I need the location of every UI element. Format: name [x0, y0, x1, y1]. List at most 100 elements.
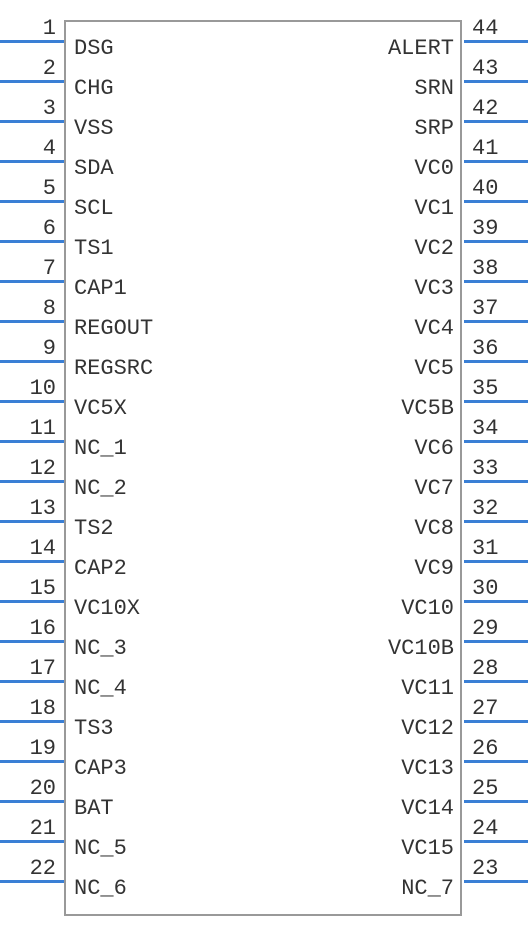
pin-row: 11NC_134VC6: [0, 422, 528, 462]
pin-number-left: 22: [0, 856, 60, 881]
pin-label-left: NC_3: [74, 636, 127, 661]
pin-number-right: 27: [468, 696, 528, 721]
pin-label-left: VSS: [74, 116, 114, 141]
pin-row: 3VSS42SRP: [0, 102, 528, 142]
pin-number-right: 25: [468, 776, 528, 801]
pin-label-left: REGSRC: [74, 356, 153, 381]
pin-row: 8REGOUT37VC4: [0, 302, 528, 342]
pin-line-left: [0, 800, 64, 803]
pin-number-right: 35: [468, 376, 528, 401]
pin-number-left: 15: [0, 576, 60, 601]
pin-line-right: [464, 240, 528, 243]
pin-line-left: [0, 760, 64, 763]
pin-label-left: DSG: [74, 36, 114, 61]
pin-label-left: CAP2: [74, 556, 127, 581]
pin-number-left: 14: [0, 536, 60, 561]
pin-number-left: 5: [0, 176, 60, 201]
pin-number-right: 23: [468, 856, 528, 881]
ic-pinout-diagram: 1DSG44ALERT2CHG43SRN3VSS42SRP4SDA41VC05S…: [0, 0, 528, 932]
pin-number-right: 36: [468, 336, 528, 361]
pin-number-right: 29: [468, 616, 528, 641]
pin-line-right: [464, 600, 528, 603]
pin-label-left: CAP1: [74, 276, 127, 301]
pin-line-left: [0, 40, 64, 43]
pin-line-right: [464, 800, 528, 803]
pin-label-left: NC_4: [74, 676, 127, 701]
pin-line-right: [464, 560, 528, 563]
pin-label-left: CAP3: [74, 756, 127, 781]
pin-label-left: CHG: [74, 76, 114, 101]
pin-number-right: 30: [468, 576, 528, 601]
pin-line-right: [464, 80, 528, 83]
pin-number-right: 33: [468, 456, 528, 481]
pin-row: 14CAP231VC9: [0, 542, 528, 582]
pin-row: 18TS327VC12: [0, 702, 528, 742]
pin-line-right: [464, 520, 528, 523]
pin-row: 17NC_428VC11: [0, 662, 528, 702]
pin-number-left: 4: [0, 136, 60, 161]
pin-line-right: [464, 320, 528, 323]
pin-label-right: VC0: [414, 156, 454, 181]
pin-number-right: 34: [468, 416, 528, 441]
pin-number-right: 28: [468, 656, 528, 681]
pin-number-right: 41: [468, 136, 528, 161]
pin-label-right: SRP: [414, 116, 454, 141]
pin-number-left: 8: [0, 296, 60, 321]
pin-line-left: [0, 720, 64, 723]
pin-label-right: VC7: [414, 476, 454, 501]
pin-line-left: [0, 480, 64, 483]
pin-line-right: [464, 280, 528, 283]
pin-label-right: VC8: [414, 516, 454, 541]
pin-line-left: [0, 360, 64, 363]
pin-label-right: ALERT: [388, 36, 454, 61]
pin-label-right: VC1: [414, 196, 454, 221]
pin-label-left: NC_6: [74, 876, 127, 901]
pin-line-right: [464, 120, 528, 123]
pin-label-left: NC_2: [74, 476, 127, 501]
pin-line-right: [464, 880, 528, 883]
pin-number-left: 16: [0, 616, 60, 641]
pin-label-right: VC13: [401, 756, 454, 781]
pin-label-right: VC9: [414, 556, 454, 581]
pin-label-right: VC2: [414, 236, 454, 261]
pin-number-right: 39: [468, 216, 528, 241]
pin-label-right: VC11: [401, 676, 454, 701]
pin-line-right: [464, 160, 528, 163]
pin-row: 2CHG43SRN: [0, 62, 528, 102]
pin-row: 7CAP138VC3: [0, 262, 528, 302]
pin-number-left: 9: [0, 336, 60, 361]
pin-line-right: [464, 680, 528, 683]
pin-line-right: [464, 760, 528, 763]
pin-label-right: VC10: [401, 596, 454, 621]
pin-line-left: [0, 440, 64, 443]
pin-row: 15VC10X30VC10: [0, 582, 528, 622]
pin-row: 13TS232VC8: [0, 502, 528, 542]
pin-label-right: VC15: [401, 836, 454, 861]
pin-line-left: [0, 520, 64, 523]
pin-number-left: 11: [0, 416, 60, 441]
pin-line-left: [0, 880, 64, 883]
pin-number-right: 32: [468, 496, 528, 521]
pin-label-left: VC5X: [74, 396, 127, 421]
pin-number-right: 24: [468, 816, 528, 841]
pin-number-left: 12: [0, 456, 60, 481]
pin-row: 19CAP326VC13: [0, 742, 528, 782]
pin-number-left: 19: [0, 736, 60, 761]
pin-label-left: TS3: [74, 716, 114, 741]
pin-line-right: [464, 40, 528, 43]
pin-label-right: VC10B: [388, 636, 454, 661]
pin-row: 16NC_329VC10B: [0, 622, 528, 662]
pin-line-right: [464, 200, 528, 203]
pin-line-right: [464, 360, 528, 363]
pin-number-right: 38: [468, 256, 528, 281]
pin-label-right: VC5B: [401, 396, 454, 421]
pin-row: 21NC_524VC15: [0, 822, 528, 862]
pin-row: 20BAT25VC14: [0, 782, 528, 822]
pin-line-right: [464, 440, 528, 443]
pin-line-left: [0, 680, 64, 683]
pin-label-right: SRN: [414, 76, 454, 101]
pin-row: 1DSG44ALERT: [0, 22, 528, 62]
pin-line-left: [0, 400, 64, 403]
pin-number-right: 44: [468, 16, 528, 41]
pin-number-right: 43: [468, 56, 528, 81]
